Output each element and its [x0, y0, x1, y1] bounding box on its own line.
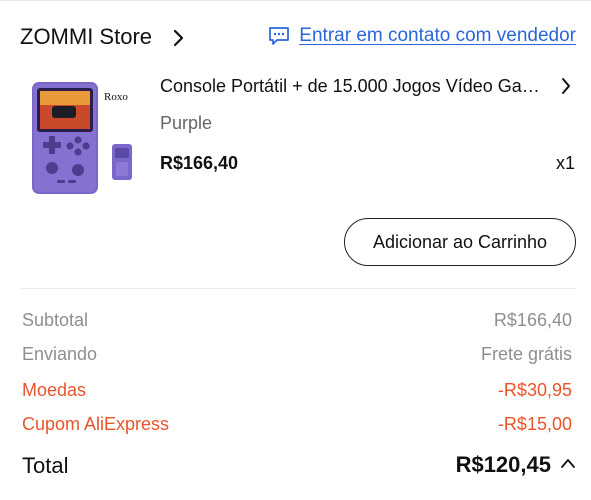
store-name[interactable]: ZOMMI Store — [20, 24, 152, 50]
chevron-up-icon[interactable] — [560, 456, 576, 470]
product-quantity: x1 — [555, 153, 575, 173]
contact-seller[interactable]: Entrar em contato com vendedor — [268, 25, 576, 47]
coupon-row: Cupom AliExpress -R$15,00 — [22, 414, 572, 438]
chat-icon — [269, 27, 290, 45]
product-price: R$166,40 — [160, 153, 239, 173]
contact-seller-link[interactable]: Entrar em contato com vendedor — [299, 25, 576, 47]
subtotal-value: R$166,40 — [493, 310, 572, 330]
store-header: ZOMMI Store Entrar em contato com vended… — [20, 22, 576, 54]
shipping-label: Enviando — [22, 344, 98, 364]
coins-label: Moedas — [22, 380, 87, 400]
section-divider — [20, 288, 576, 289]
coins-value: -R$30,95 — [497, 380, 572, 400]
chevron-right-icon[interactable] — [560, 76, 572, 96]
coins-row: Moedas -R$30,95 — [22, 380, 572, 404]
subtotal-label: Subtotal — [22, 310, 89, 330]
total-label: Total — [22, 453, 69, 478]
add-to-cart-button[interactable]: Adicionar ao Carrinho — [344, 218, 576, 266]
shipping-row: Enviando Frete grátis — [22, 344, 572, 368]
product-title[interactable]: Console Portátil + de 15.000 Jogos Vídeo… — [160, 76, 552, 97]
product-image[interactable]: Roxo — [24, 76, 144, 196]
total-value: R$120,45 — [455, 452, 551, 477]
coupon-label: Cupom AliExpress — [22, 414, 170, 434]
shipping-value: Frete grátis — [480, 344, 572, 364]
product-image-label: Roxo — [104, 91, 128, 103]
product-variant: Purple — [160, 113, 213, 133]
subtotal-row: Subtotal R$166,40 — [22, 310, 572, 334]
chevron-right-icon[interactable] — [172, 28, 186, 48]
coupon-value: -R$15,00 — [497, 414, 572, 434]
top-divider — [0, 0, 591, 1]
